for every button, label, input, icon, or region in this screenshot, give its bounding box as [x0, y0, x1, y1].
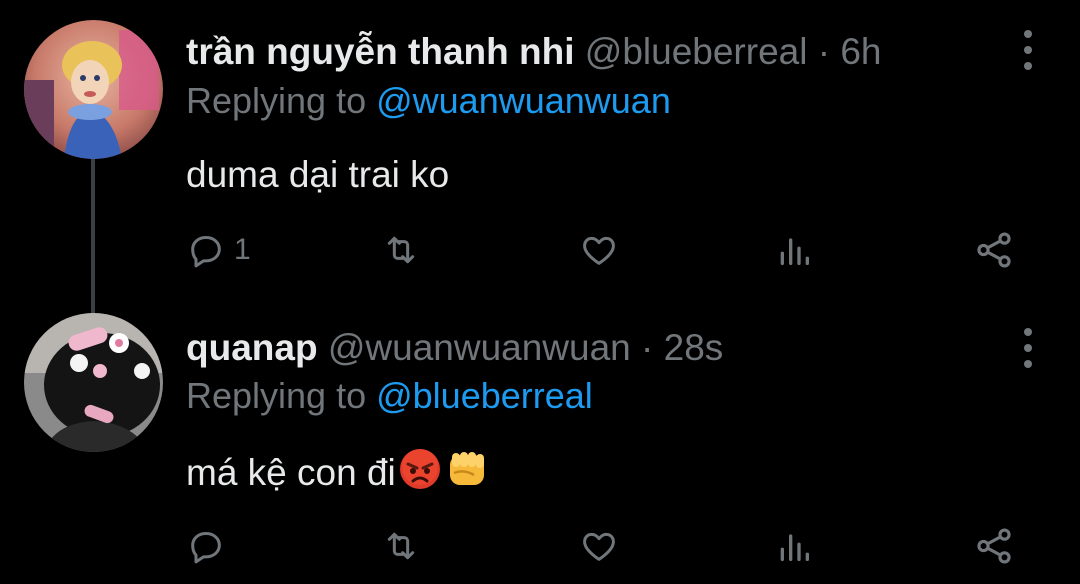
- views-icon: [780, 238, 809, 265]
- tweet-text: duma dại trai ko: [186, 154, 450, 195]
- header-separator: ·: [641, 327, 654, 368]
- reply-count: 1: [234, 233, 251, 266]
- share-icon: [977, 528, 1011, 564]
- avatar[interactable]: [24, 20, 163, 159]
- header-separator: ·: [817, 31, 831, 72]
- fist-emoji: [444, 447, 490, 501]
- author-handle[interactable]: @blueberreal: [585, 31, 808, 72]
- retweet-button[interactable]: [381, 226, 421, 274]
- reply-button[interactable]: [186, 522, 234, 570]
- retweet-icon: [387, 532, 415, 560]
- tweet[interactable]: trần nguyễn thanh nhi @blueberreal · 6h …: [0, 0, 1080, 300]
- replying-to: Replying to @blueberreal: [186, 374, 593, 418]
- author-name[interactable]: quanap: [186, 327, 318, 368]
- tweet-text-content: má kệ con đi: [186, 452, 396, 493]
- views-icon: [780, 534, 809, 561]
- like-button[interactable]: [579, 522, 619, 570]
- views-button[interactable]: [774, 522, 814, 570]
- replying-to-mention[interactable]: @blueberreal: [376, 375, 593, 416]
- share-icon: [977, 232, 1011, 268]
- views-button[interactable]: [774, 226, 814, 274]
- tweet-actions: [186, 522, 1036, 570]
- replying-to: Replying to @wuanwuanwuan: [186, 79, 671, 123]
- like-icon: [583, 532, 615, 561]
- more-icon[interactable]: [1016, 328, 1040, 368]
- retweet-icon: [387, 236, 415, 264]
- more-icon[interactable]: [1016, 30, 1040, 70]
- timestamp[interactable]: 6h: [840, 31, 881, 72]
- tweet-text: má kệ con đi: [186, 447, 490, 501]
- angry-face-emoji: [398, 447, 442, 501]
- replying-to-label: Replying to: [186, 375, 377, 416]
- retweet-button[interactable]: [381, 522, 421, 570]
- tweet-header: trần nguyễn thanh nhi @blueberreal · 6h: [186, 30, 882, 74]
- share-button[interactable]: [973, 226, 1015, 274]
- reply-button[interactable]: 1: [186, 226, 251, 274]
- tweet-actions: 1: [186, 226, 1036, 274]
- replying-to-mention[interactable]: @wuanwuanwuan: [376, 80, 671, 121]
- tweet[interactable]: quanap @wuanwuanwuan · 28s Replying to @…: [0, 300, 1080, 584]
- replying-to-label: Replying to: [186, 80, 377, 121]
- author-handle[interactable]: @wuanwuanwuan: [328, 327, 631, 368]
- like-icon: [583, 236, 615, 265]
- like-button[interactable]: [579, 226, 619, 274]
- share-button[interactable]: [973, 522, 1015, 570]
- timestamp[interactable]: 28s: [664, 327, 724, 368]
- tweet-header: quanap @wuanwuanwuan · 28s: [186, 326, 723, 370]
- reply-icon: [191, 236, 221, 268]
- reply-icon: [191, 532, 221, 564]
- avatar[interactable]: [24, 313, 163, 452]
- author-name[interactable]: trần nguyễn thanh nhi: [186, 31, 574, 72]
